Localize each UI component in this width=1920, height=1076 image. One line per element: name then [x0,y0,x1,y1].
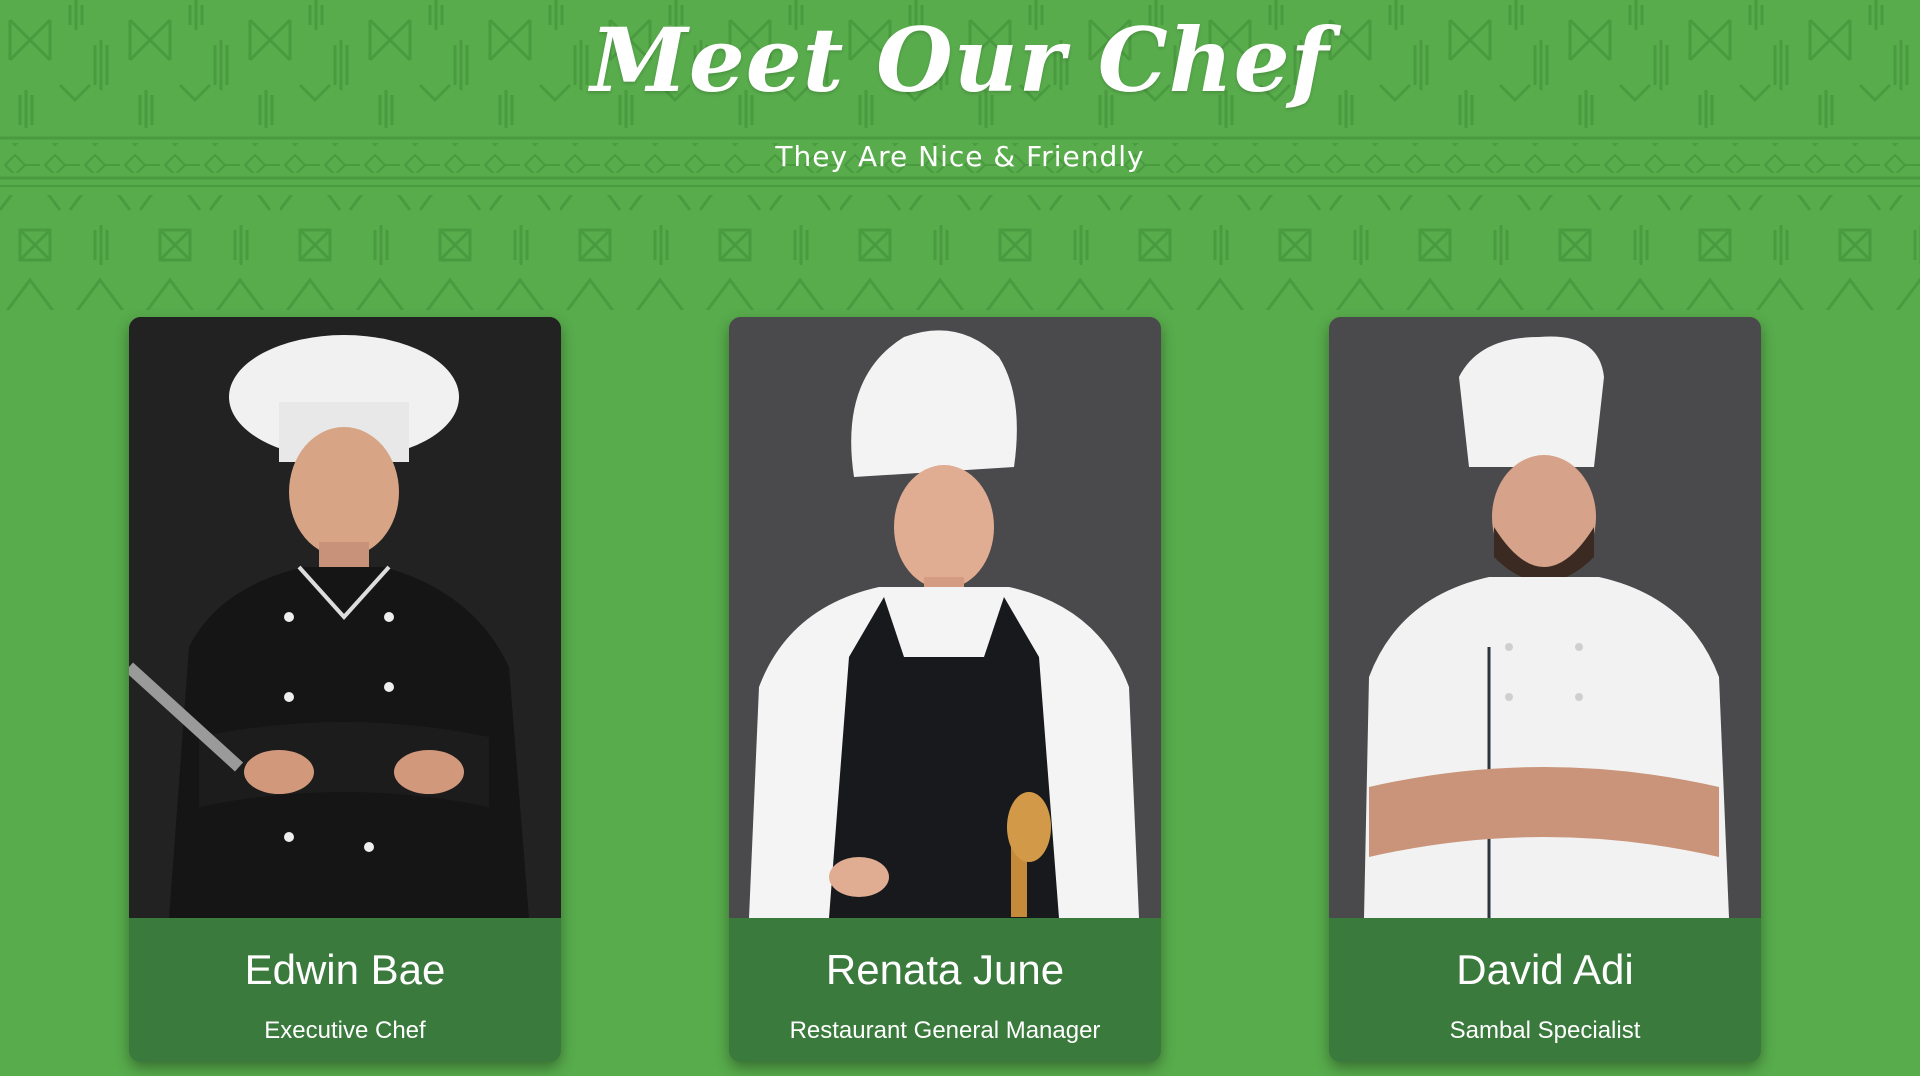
chef-name: Edwin Bae [244,946,446,993]
section-subtitle: They Are Nice & Friendly [775,140,1145,173]
chef-black-jacket-photo [129,317,561,918]
header-banner: Meet Our Chef They Are Nice & Friendly [0,0,1920,312]
section-title: Meet Our Chef [590,8,1330,112]
chef-card[interactable]: Edwin Bae Executive Chef [129,317,561,1062]
chef-role: Restaurant General Manager [789,1017,1101,1044]
chef-info: Renata June Restaurant General Manager [729,918,1161,1062]
chef-role: Sambal Specialist [1449,1017,1641,1044]
chef-name: David Adi [1456,946,1634,993]
chef-role: Executive Chef [264,1017,426,1044]
chef-info: Edwin Bae Executive Chef [129,918,561,1062]
chef-card[interactable]: Renata June Restaurant General Manager [729,317,1161,1062]
chef-info: David Adi Sambal Specialist [1329,918,1761,1062]
chef-white-jacket-photo [1329,317,1761,918]
chef-photo [729,317,1161,918]
chef-name: Renata June [825,946,1065,993]
chef-photo [129,317,561,918]
chef-cards: Edwin Bae Executive Chef Renata June Res… [0,317,1920,1062]
chef-apron-photo [729,317,1161,918]
chef-card[interactable]: David Adi Sambal Specialist [1329,317,1761,1062]
chef-photo [1329,317,1761,918]
